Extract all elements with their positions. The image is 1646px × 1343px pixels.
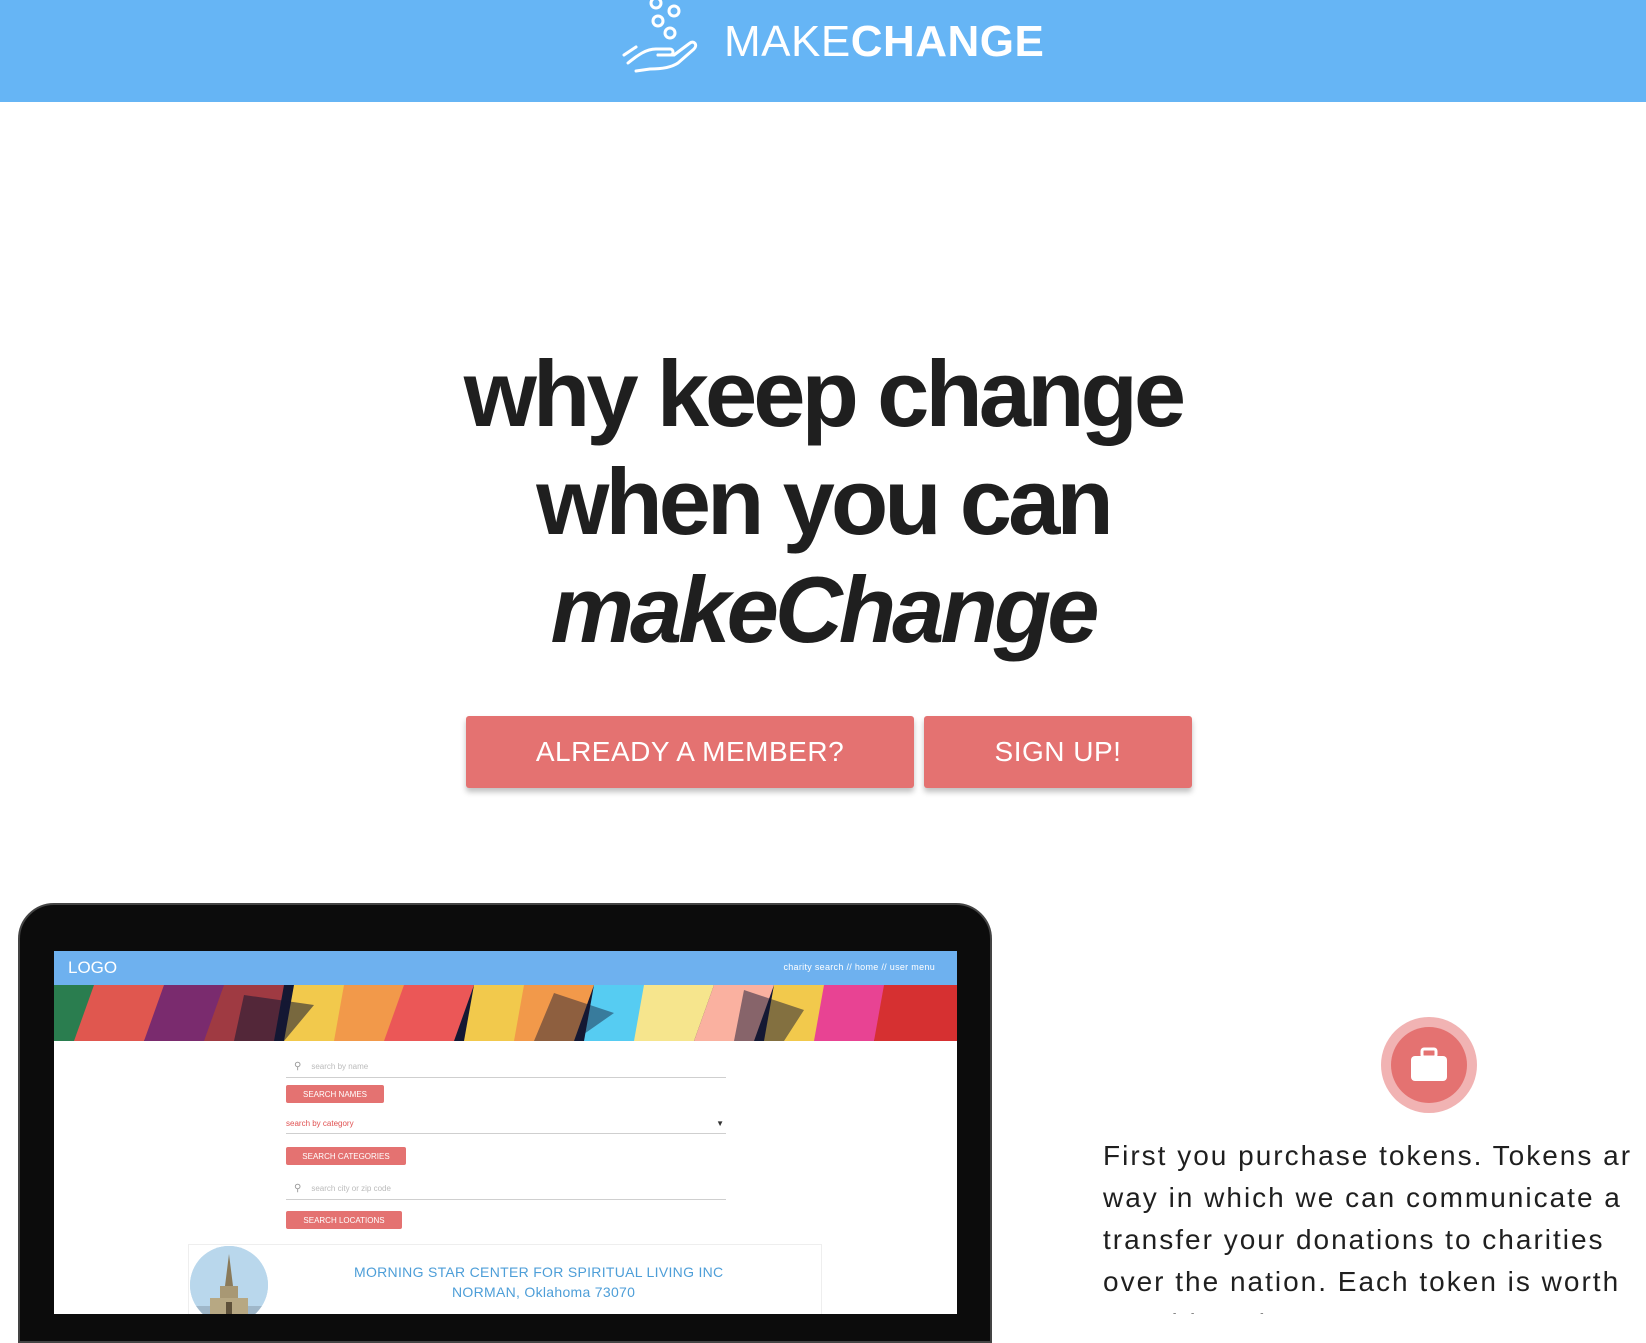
mockup-search-name-input[interactable]: ⚲ search by name — [286, 1055, 726, 1078]
mockup-search-categories-button[interactable]: SEARCH CATEGORIES — [286, 1147, 406, 1165]
hero-line-2: when you can — [536, 449, 1114, 554]
hand-coins-icon — [622, 0, 698, 73]
feature-line-4: over the nation. Each token is worth — [1103, 1266, 1621, 1297]
hero-line-1: why keep change — [463, 341, 1186, 446]
feature-line-2: way in which we can communicate a — [1103, 1182, 1622, 1213]
already-member-button[interactable]: ALREADY A MEMBER? — [466, 716, 914, 788]
caret-down-icon: ▼ — [716, 1118, 724, 1128]
brand-name-light: MAKE — [724, 17, 851, 66]
mockup-nav-bar: LOGO charity search // home // user menu — [54, 951, 957, 985]
briefcase-icon — [1411, 1047, 1447, 1081]
brand-name-bold: CHANGE — [850, 17, 1045, 66]
brand-name: MAKECHANGE — [724, 17, 1044, 67]
location-placeholder: search city or zip code — [311, 1183, 391, 1193]
feature-icon-circle — [1391, 1027, 1467, 1103]
search-name-placeholder: search by name — [311, 1061, 369, 1071]
mockup-nav-links: charity search // home // user menu — [783, 962, 935, 972]
feature-icon-halo — [1381, 1017, 1477, 1113]
top-nav-bar: MAKECHANGE — [0, 0, 1646, 102]
mockup-search-names-button[interactable]: SEARCH NAMES — [286, 1085, 384, 1103]
hero-line-3: makeChange — [550, 557, 1099, 662]
category-placeholder: search by category — [286, 1118, 354, 1128]
sign-up-button[interactable]: SIGN UP! — [924, 716, 1192, 788]
charity-avatar — [190, 1246, 268, 1314]
mockup-category-select[interactable]: search by category ▼ — [286, 1113, 726, 1134]
result-charity-location: NORMAN, Oklahoma 73070 — [452, 1284, 636, 1300]
church-image — [190, 1246, 268, 1314]
mockup-search-location-input[interactable]: ⚲ search city or zip code — [286, 1177, 726, 1200]
result-charity-name[interactable]: MORNING STAR CENTER FOR SPIRITUAL LIVING… — [354, 1264, 723, 1280]
hands-banner-art — [54, 985, 957, 1041]
feature-line-1: First you purchase tokens. Tokens ar — [1103, 1140, 1633, 1171]
search-icon: ⚲ — [294, 1060, 302, 1072]
mockup-search-locations-button[interactable]: SEARCH LOCATIONS — [286, 1211, 402, 1229]
laptop-screen: LOGO charity search // home // user menu — [54, 951, 957, 1314]
feature-description: First you purchase tokens. Tokens ar way… — [1103, 1135, 1646, 1314]
feature-line-3: transfer your donations to charities — [1103, 1224, 1605, 1255]
brand-logo[interactable]: MAKECHANGE — [622, 0, 1044, 102]
feature-line-5: ... Y l k " " i — [1103, 1303, 1646, 1314]
mockup-logo: LOGO — [68, 958, 118, 977]
search-icon: ⚲ — [294, 1182, 302, 1194]
hero-heading: why keep change when you can makeChange — [0, 340, 1646, 664]
mockup-hands-banner — [54, 985, 957, 1041]
